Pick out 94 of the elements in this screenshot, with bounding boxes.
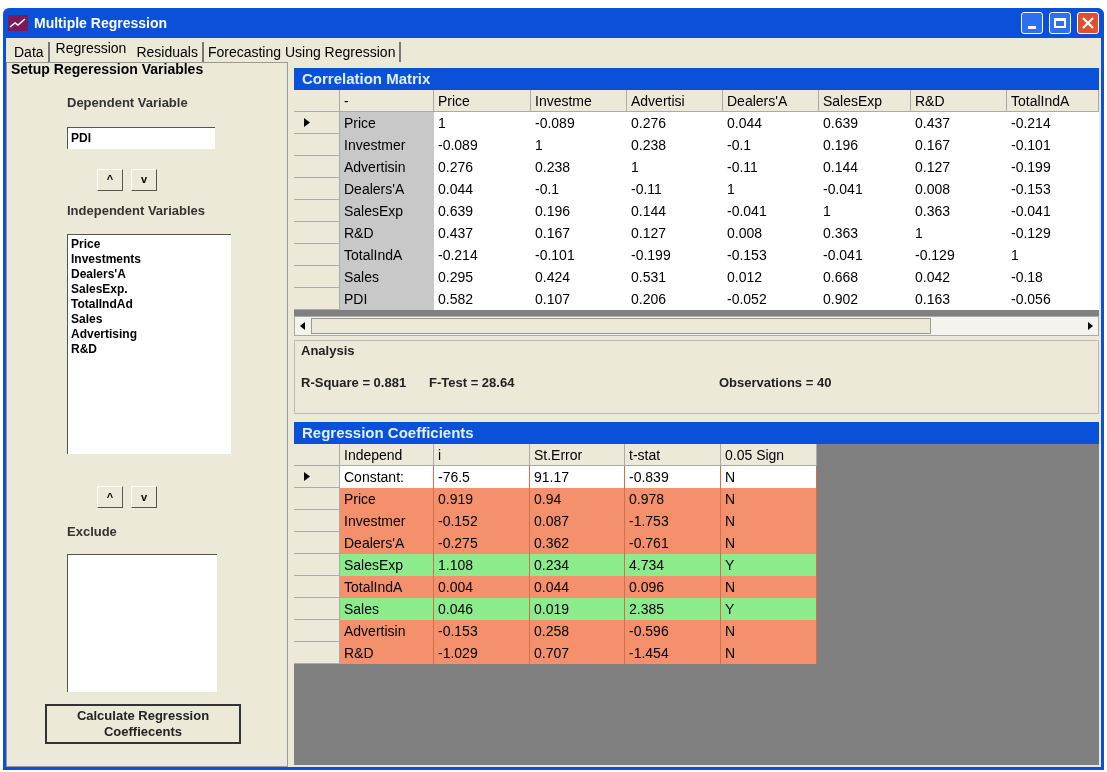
table-cell: -0.839 xyxy=(625,466,721,488)
close-icon xyxy=(1082,17,1094,29)
table-cell: 0.234 xyxy=(530,554,625,576)
field-label: Exclude xyxy=(67,523,118,541)
list-item[interactable]: Dealers'A xyxy=(71,267,228,282)
table-cell: 4.734 xyxy=(625,554,721,576)
table-cell: Advertisin xyxy=(340,620,434,642)
row-header: R&D xyxy=(340,222,434,244)
group-title: Analysis xyxy=(301,342,356,360)
table-cell: -76.5 xyxy=(434,466,530,488)
row-header: Price xyxy=(340,112,434,134)
arrow-button[interactable]: ^ xyxy=(97,168,123,191)
table-cell: 0.362 xyxy=(530,532,625,554)
dependent-field[interactable]: PDI xyxy=(67,126,215,149)
table-cell: -0.596 xyxy=(625,620,721,642)
list-item[interactable]: R&D xyxy=(71,342,228,357)
table-cell: Constant: xyxy=(340,466,434,488)
observations-text: Observations = 40 xyxy=(719,373,832,392)
row-header: TotalIndA xyxy=(340,244,434,266)
arrow-button[interactable]: v xyxy=(131,168,157,191)
table-cell: -1.454 xyxy=(625,642,721,664)
list-item[interactable]: Price xyxy=(71,237,228,252)
arrow-button[interactable]: ^ xyxy=(97,486,123,508)
table-cell: N xyxy=(721,642,817,664)
independent-list[interactable]: Price Investments Dealers'A SalesExp. TotalIndAd Sales Advertising R&D xyxy=(67,234,231,454)
table-cell: 0.096 xyxy=(625,576,721,598)
exclude-list[interactable] xyxy=(67,553,217,692)
maximize-button[interactable] xyxy=(1049,12,1071,34)
table-cell: 0.087 xyxy=(530,510,625,532)
table-cell: 0.004 xyxy=(434,576,530,598)
calculate-button[interactable]: Calculate Regression Coeffiecents xyxy=(45,703,241,744)
table-cell: -0.761 xyxy=(625,532,721,554)
table-cell: Price xyxy=(340,488,434,510)
table-cell: N xyxy=(721,466,817,488)
row-selector[interactable] xyxy=(294,466,340,488)
tab[interactable]: Data xyxy=(10,42,50,62)
table-cell: N xyxy=(721,576,817,598)
row-header: Advertisin xyxy=(340,156,434,178)
panel-header: Correlation Matrix xyxy=(294,68,1099,90)
table-cell: TotalIndA xyxy=(340,576,434,598)
minimize-button[interactable] xyxy=(1021,12,1043,34)
row-pointer-icon xyxy=(304,118,310,127)
list-item[interactable]: TotalIndAd xyxy=(71,297,228,312)
row-header: Investmer xyxy=(340,134,434,156)
table-cell: N xyxy=(721,620,817,642)
table-cell: Y xyxy=(721,598,817,620)
table-cell: 0.919 xyxy=(434,488,530,510)
tab[interactable]: Residuals xyxy=(132,42,204,62)
field-label: Independent Variables xyxy=(67,201,206,220)
horizontal-scrollbar[interactable] xyxy=(294,316,1099,336)
group-title: Setup Regeression Variables xyxy=(10,61,205,77)
list-item[interactable]: Sales xyxy=(71,312,228,327)
table-cell: Investmer xyxy=(340,510,434,532)
list-item[interactable]: Advertising xyxy=(71,327,228,342)
row-selector[interactable] xyxy=(294,112,340,134)
table-cell: 0.046 xyxy=(434,598,530,620)
table-cell: 0.978 xyxy=(625,488,721,510)
tab[interactable]: Regression xyxy=(49,38,133,62)
panel-header: Regression Coefficients xyxy=(294,422,1099,444)
table-cell: N xyxy=(721,488,817,510)
table-cell: 91.17 xyxy=(530,466,625,488)
window-title: Multiple Regression xyxy=(34,13,168,33)
table-cell: -0.275 xyxy=(434,532,530,554)
arrow-button[interactable]: v xyxy=(131,486,157,508)
table-cell: 0.94 xyxy=(530,488,625,510)
table-cell: 0.707 xyxy=(530,642,625,664)
row-header: SalesExp xyxy=(340,200,434,222)
table-cell: 0.044 xyxy=(530,576,625,598)
f-test-text: F-Test = 28.64 xyxy=(429,373,516,392)
table-cell: Y xyxy=(721,554,817,576)
table-cell: -1.753 xyxy=(625,510,721,532)
table-cell: SalesExp xyxy=(340,554,434,576)
r-square-text: R-Square = 0.881 xyxy=(301,373,408,392)
table-cell: -1.029 xyxy=(434,642,530,664)
table-cell: Dealers'A xyxy=(340,532,434,554)
table-cell: -0.153 xyxy=(434,620,530,642)
table-cell: Sales xyxy=(340,598,434,620)
table-cell: R&D xyxy=(340,642,434,664)
list-item[interactable]: SalesExp. xyxy=(71,282,228,297)
list-item[interactable]: Investments xyxy=(71,252,228,267)
table-cell: N xyxy=(721,510,817,532)
table-cell: 0.258 xyxy=(530,620,625,642)
chart-line-icon xyxy=(8,15,28,31)
table-cell: N xyxy=(721,532,817,554)
table-cell: 0.019 xyxy=(530,598,625,620)
field-label: Dependent Variable xyxy=(67,94,189,112)
close-button[interactable] xyxy=(1077,12,1099,34)
row-header: PDI xyxy=(340,288,434,310)
table-cell: -0.152 xyxy=(434,510,530,532)
table-cell: 1.108 xyxy=(434,554,530,576)
row-header: Dealers'A xyxy=(340,178,434,200)
table-cell: 2.385 xyxy=(625,598,721,620)
row-pointer-icon xyxy=(304,472,310,481)
row-header: Sales xyxy=(340,266,434,288)
